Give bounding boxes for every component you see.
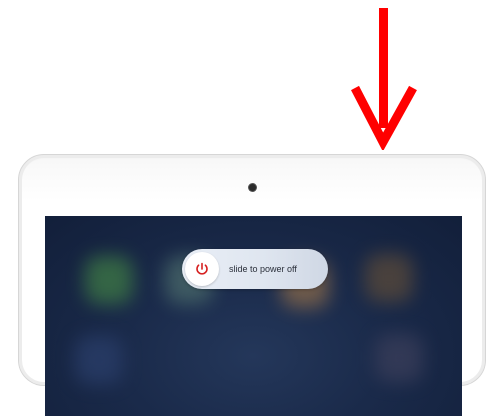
power-off-slider[interactable]: slide to power off [182,249,328,289]
blurred-app-icon [85,256,133,304]
power-icon [196,262,208,275]
blurred-app-icon [75,336,123,384]
ipad-screen: slide to power off [45,216,462,416]
red-down-arrow-icon [351,8,417,150]
blurred-app-icon [365,254,413,302]
power-slider-knob[interactable] [185,252,219,286]
blurred-app-icon [375,334,423,382]
power-slider-label: slide to power off [229,264,297,274]
front-camera-icon [249,184,256,191]
ipad-device: slide to power off [18,154,486,416]
